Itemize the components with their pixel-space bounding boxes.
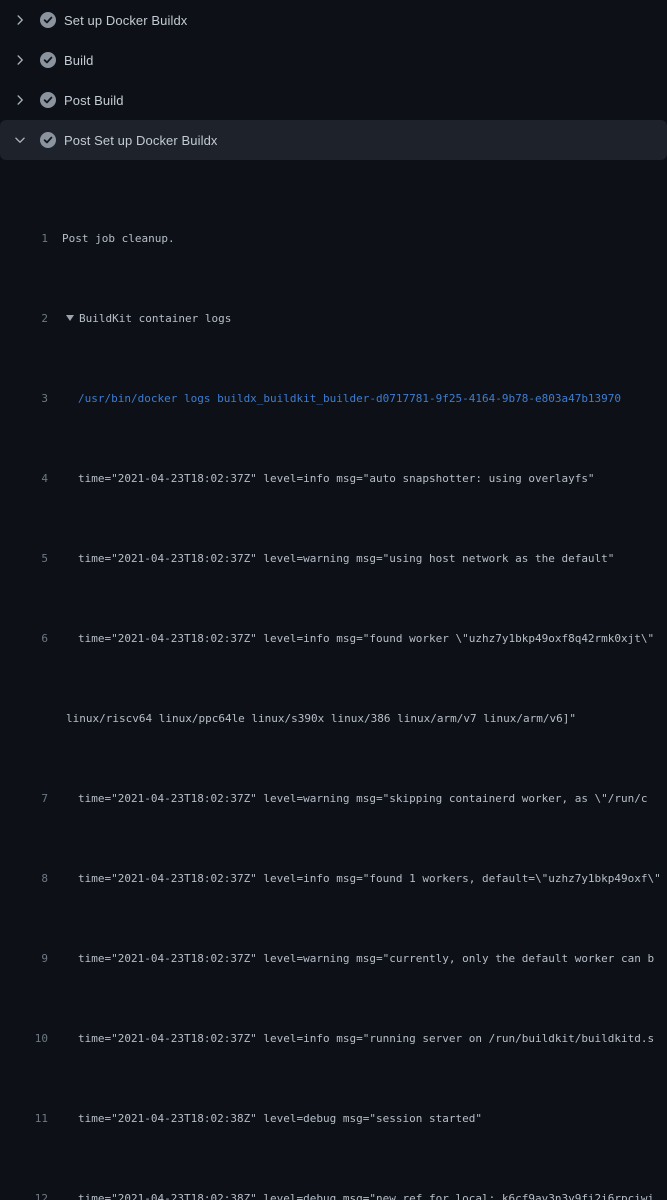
check-circle-icon [40, 52, 56, 68]
log-line-number[interactable]: 10 [0, 1029, 48, 1049]
log-line: 10 time="2021-04-23T18:02:37Z" level=inf… [0, 1029, 667, 1049]
log-line-number [0, 709, 48, 729]
check-circle-icon [40, 92, 56, 108]
log-line: 1 Post job cleanup. [0, 229, 667, 249]
log-line: 5 time="2021-04-23T18:02:37Z" level=warn… [0, 549, 667, 569]
chevron-right-icon [12, 52, 28, 68]
log-line-text: time="2021-04-23T18:02:37Z" level=info m… [78, 629, 654, 649]
step-list: Set up Docker Buildx Build Post Build Po… [0, 0, 667, 160]
log-line-continuation: linux/riscv64 linux/ppc64le linux/s390x … [0, 709, 667, 729]
check-circle-icon [40, 132, 56, 148]
step-row-build[interactable]: Build [0, 40, 667, 80]
log-line-number[interactable]: 8 [0, 869, 48, 889]
log-line: 4 time="2021-04-23T18:02:37Z" level=info… [0, 469, 667, 489]
log-line-number[interactable]: 5 [0, 549, 48, 569]
log-line-text: time="2021-04-23T18:02:37Z" level=info m… [78, 869, 661, 889]
log-viewer: 1 Post job cleanup. 2 BuildKit container… [0, 160, 667, 1200]
check-circle-icon [40, 12, 56, 28]
log-line-text: time="2021-04-23T18:02:38Z" level=debug … [78, 1189, 654, 1200]
log-line: 12 time="2021-04-23T18:02:38Z" level=deb… [0, 1189, 667, 1200]
log-line-text: time="2021-04-23T18:02:37Z" level=warnin… [78, 789, 648, 809]
log-group-label: BuildKit container logs [79, 312, 231, 325]
log-line-number[interactable]: 2 [0, 309, 48, 329]
log-line: 9 time="2021-04-23T18:02:37Z" level=warn… [0, 949, 667, 969]
log-line-text: Post job cleanup. [62, 229, 175, 249]
log-group-line: BuildKit container logs [66, 309, 231, 329]
log-line-text: time="2021-04-23T18:02:38Z" level=debug … [78, 1109, 482, 1129]
log-line-number[interactable]: 3 [0, 389, 48, 409]
log-line-number[interactable]: 7 [0, 789, 48, 809]
log-line-number[interactable]: 4 [0, 469, 48, 489]
step-label: Set up Docker Buildx [64, 13, 187, 28]
log-line: 6 time="2021-04-23T18:02:37Z" level=info… [0, 629, 667, 649]
log-line-text: linux/riscv64 linux/ppc64le linux/s390x … [66, 709, 576, 729]
step-row-post-build[interactable]: Post Build [0, 80, 667, 120]
chevron-right-icon [12, 92, 28, 108]
log-line-number[interactable]: 6 [0, 629, 48, 649]
step-label: Post Set up Docker Buildx [64, 133, 218, 148]
chevron-down-icon [12, 132, 28, 148]
log-line-text: time="2021-04-23T18:02:37Z" level=warnin… [78, 549, 614, 569]
step-label: Build [64, 53, 93, 68]
log-group-collapse-icon[interactable] [66, 315, 74, 321]
step-row-post-setup-docker-buildx[interactable]: Post Set up Docker Buildx [0, 120, 667, 160]
log-line: 3 /usr/bin/docker logs buildx_buildkit_b… [0, 389, 667, 409]
log-line: 7 time="2021-04-23T18:02:37Z" level=warn… [0, 789, 667, 809]
log-line-number[interactable]: 9 [0, 949, 48, 969]
log-line-number[interactable]: 12 [0, 1189, 48, 1200]
step-row-setup-docker-buildx[interactable]: Set up Docker Buildx [0, 0, 667, 40]
log-line-text: time="2021-04-23T18:02:37Z" level=warnin… [78, 949, 654, 969]
log-line-number[interactable]: 1 [0, 229, 48, 249]
log-group-header[interactable]: 2 BuildKit container logs [0, 309, 667, 329]
log-line: 11 time="2021-04-23T18:02:38Z" level=deb… [0, 1109, 667, 1129]
log-command-text: /usr/bin/docker logs buildx_buildkit_bui… [78, 389, 621, 409]
log-line: 8 time="2021-04-23T18:02:37Z" level=info… [0, 869, 667, 889]
log-line-number[interactable]: 11 [0, 1109, 48, 1129]
log-line-text: time="2021-04-23T18:02:37Z" level=info m… [78, 1029, 654, 1049]
log-line-text: time="2021-04-23T18:02:37Z" level=info m… [78, 469, 595, 489]
chevron-right-icon [12, 12, 28, 28]
step-label: Post Build [64, 93, 124, 108]
